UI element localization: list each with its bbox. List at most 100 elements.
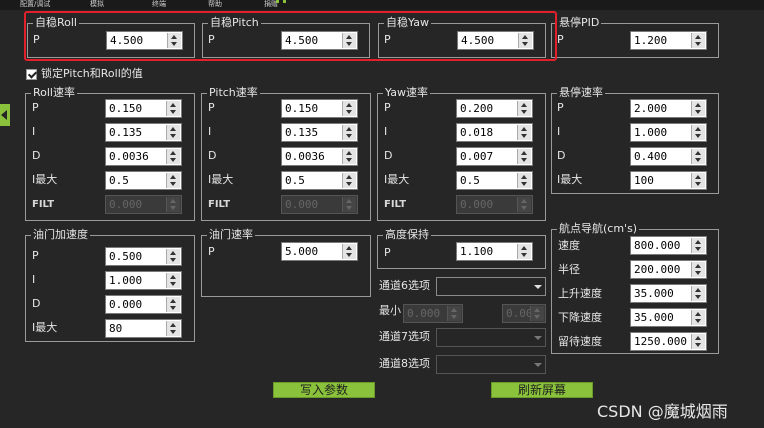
group-roll-rate: Roll速率 P 0.150 I 0.135 D 0.0036 I最大 0.5 …: [25, 86, 195, 221]
alt-hold-p-input[interactable]: 1.100: [456, 242, 533, 261]
throttle-accel-i-input[interactable]: 1.000: [105, 271, 182, 290]
throttle-accel-d-input[interactable]: 0.000: [105, 295, 182, 314]
group-yaw-rate: Yaw速率 P 0.200 I 0.018 D 0.007 I最大 0.5 FI…: [377, 86, 546, 221]
spin-arrows-icon[interactable]: [691, 238, 705, 253]
spin-arrows-icon[interactable]: [691, 173, 705, 188]
spin-arrows-icon[interactable]: [342, 197, 356, 212]
roll-rate-filt-input[interactable]: 0.000: [105, 195, 182, 214]
yaw-rate-i-input[interactable]: 0.018: [456, 123, 533, 142]
throttle-accel-imax-input[interactable]: 80: [105, 319, 182, 338]
spin-arrows-icon[interactable]: [517, 101, 531, 116]
wpnav-speed-input[interactable]: 800.000: [630, 236, 707, 255]
spin-value: 0.150: [285, 102, 319, 115]
spin-arrows-icon[interactable]: [166, 321, 180, 336]
spin-arrows-icon[interactable]: [517, 125, 531, 140]
pitch-rate-filt-input[interactable]: 0.000: [281, 195, 358, 214]
ch8-option-select[interactable]: [436, 355, 546, 374]
refresh-screen-button[interactable]: 刷新屏幕: [491, 382, 593, 398]
spin-arrows-icon[interactable]: [530, 306, 544, 321]
write-params-button[interactable]: 写入参数: [273, 382, 375, 398]
param-label: I最大: [208, 173, 234, 186]
spin-arrows-icon[interactable]: [517, 244, 531, 259]
chevron-down-icon[interactable]: [529, 356, 545, 373]
roll-rate-i-input[interactable]: 0.135: [105, 123, 182, 142]
spin-arrows-icon[interactable]: [166, 125, 180, 140]
chevron-down-icon[interactable]: [529, 329, 545, 346]
param-label: 速度: [558, 239, 580, 252]
pitch-rate-i-input[interactable]: 0.135: [281, 123, 358, 142]
spin-arrows-icon[interactable]: [166, 149, 180, 164]
collapse-sidebar-tab[interactable]: [0, 104, 10, 126]
yaw-rate-imax-input[interactable]: 0.5: [456, 171, 533, 190]
spin-arrows-icon[interactable]: [166, 197, 180, 212]
spin-arrows-icon[interactable]: [691, 262, 705, 277]
spin-arrows-icon[interactable]: [342, 125, 356, 140]
spin-arrows-icon[interactable]: [517, 173, 531, 188]
spin-arrows-icon[interactable]: [517, 197, 531, 212]
wpnav-loiter-speed-input[interactable]: 1250.000: [630, 332, 707, 351]
spin-value: 2.000: [634, 102, 668, 115]
roll-rate-d-input[interactable]: 0.0036: [105, 147, 182, 166]
spin-arrows-icon[interactable]: [691, 33, 705, 48]
ch6-min-input[interactable]: 0.000: [403, 304, 463, 323]
spin-value: 100: [634, 174, 654, 187]
roll-rate-imax-input[interactable]: 0.5: [105, 171, 182, 190]
hover-rate-imax-input[interactable]: 100: [630, 171, 707, 190]
menu-help[interactable]: 帮助: [208, 0, 222, 9]
wpnav-radius-input[interactable]: 200.000: [630, 260, 707, 279]
menu-terminal[interactable]: 终端: [152, 0, 166, 9]
spin-value: 35.000: [634, 311, 674, 324]
wpnav-descent-speed-input[interactable]: 35.000: [630, 308, 707, 327]
spin-arrows-icon[interactable]: [166, 297, 180, 312]
spin-arrows-icon[interactable]: [342, 173, 356, 188]
ch6-max-input[interactable]: 0.000: [502, 304, 546, 323]
menu-config-tuning[interactable]: 配置/调试: [20, 0, 50, 9]
spin-value: 0.500: [109, 250, 143, 263]
spin-value: 0.5: [460, 174, 480, 187]
hover-rate-p-input[interactable]: 2.000: [630, 99, 707, 118]
spin-value: 0.135: [109, 126, 143, 139]
spin-arrows-icon[interactable]: [342, 244, 356, 259]
throttle-accel-p-input[interactable]: 0.500: [105, 247, 182, 266]
spin-arrows-icon[interactable]: [691, 125, 705, 140]
spin-arrows-icon[interactable]: [166, 101, 180, 116]
param-label: D: [384, 149, 393, 162]
spin-arrows-icon[interactable]: [691, 101, 705, 116]
roll-rate-p-input[interactable]: 0.150: [105, 99, 182, 118]
spin-arrows-icon[interactable]: [342, 101, 356, 116]
param-label: 下降速度: [558, 311, 602, 324]
spin-arrows-icon[interactable]: [691, 334, 705, 349]
yaw-rate-d-input[interactable]: 0.007: [456, 147, 533, 166]
spin-value: 80: [109, 322, 123, 335]
pitch-rate-d-input[interactable]: 0.0036: [281, 147, 358, 166]
pitch-rate-p-input[interactable]: 0.150: [281, 99, 358, 118]
ch7-option-select[interactable]: [436, 328, 546, 347]
spin-arrows-icon[interactable]: [447, 306, 461, 321]
yaw-rate-filt-input[interactable]: 0.000: [456, 195, 533, 214]
spin-arrows-icon[interactable]: [517, 149, 531, 164]
menu-simulation[interactable]: 模拟: [90, 0, 104, 9]
throttle-rate-p-input[interactable]: 5.000: [281, 242, 358, 261]
spin-arrows-icon[interactable]: [691, 286, 705, 301]
hover-pid-p-input[interactable]: 1.200: [630, 31, 707, 50]
spin-arrows-icon[interactable]: [691, 310, 705, 325]
param-label: P: [557, 101, 564, 114]
spin-value: 800.000: [634, 239, 681, 252]
ch6-option-select[interactable]: [436, 277, 546, 296]
spin-value: 0.0036: [109, 150, 149, 163]
chevron-down-icon[interactable]: [529, 278, 545, 295]
group-throttle-accel: 油门加速度 P 0.500 I 1.000 D 0.000 I最大 80: [25, 228, 195, 342]
hover-rate-i-input[interactable]: 1.000: [630, 123, 707, 142]
pitch-rate-imax-input[interactable]: 0.5: [281, 171, 358, 190]
spin-arrows-icon[interactable]: [691, 149, 705, 164]
hover-rate-d-input[interactable]: 0.400: [630, 147, 707, 166]
spin-arrows-icon[interactable]: [342, 149, 356, 164]
spin-arrows-icon[interactable]: [166, 173, 180, 188]
yaw-rate-p-input[interactable]: 0.200: [456, 99, 533, 118]
wpnav-climb-speed-input[interactable]: 35.000: [630, 284, 707, 303]
spin-arrows-icon[interactable]: [166, 273, 180, 288]
spin-arrows-icon[interactable]: [166, 249, 180, 264]
group-pitch-rate: Pitch速率 P 0.150 I 0.135 D 0.0036 I最大 0.5…: [201, 86, 371, 221]
lock-pitch-roll-checkbox[interactable]: [26, 69, 37, 80]
param-label: P: [32, 249, 39, 262]
